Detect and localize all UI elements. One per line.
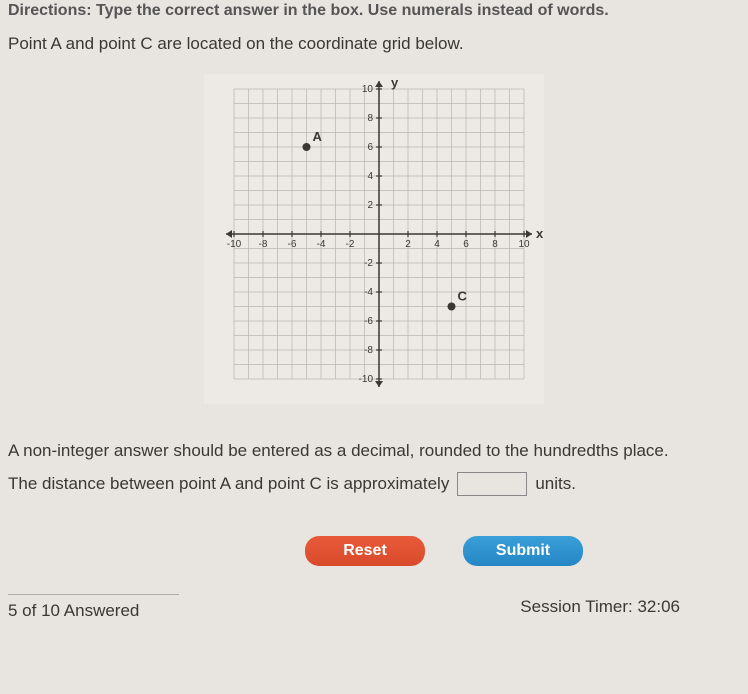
reset-button[interactable]: Reset (305, 536, 425, 566)
svg-text:10: 10 (518, 239, 530, 250)
svg-text:-4: -4 (317, 239, 326, 250)
svg-text:8: 8 (492, 239, 498, 250)
svg-text:2: 2 (405, 239, 411, 250)
svg-text:-6: -6 (288, 239, 297, 250)
svg-text:8: 8 (367, 113, 373, 124)
svg-text:-2: -2 (346, 239, 355, 250)
svg-text:6: 6 (367, 142, 373, 153)
answer-suffix: units. (535, 474, 576, 494)
svg-text:-6: -6 (364, 316, 373, 327)
svg-text:-10: -10 (227, 239, 242, 250)
session-timer: Session Timer: 32:06 (520, 597, 740, 617)
hint-text: A non-integer answer should be entered a… (0, 434, 748, 468)
svg-text:10: 10 (362, 84, 374, 95)
svg-text:-8: -8 (259, 239, 268, 250)
submit-button[interactable]: Submit (463, 536, 583, 566)
directions-text: Directions: Type the correct answer in t… (0, 0, 748, 22)
svg-text:4: 4 (434, 239, 440, 250)
svg-text:-4: -4 (364, 287, 373, 298)
svg-text:x: x (536, 226, 544, 241)
svg-text:y: y (391, 75, 399, 90)
answer-line: The distance between point A and point C… (0, 468, 748, 500)
question-text: Point A and point C are located on the c… (0, 22, 748, 66)
svg-text:2: 2 (367, 200, 373, 211)
coordinate-grid: -10 -8 -6 -4 -2 2 4 6 8 10 -10 -8 -6 -4 -2 2 4 6 8 10 y x A C (204, 74, 544, 404)
progress-text: 5 of 10 Answered (8, 594, 179, 621)
coordinate-grid-container: -10 -8 -6 -4 -2 2 4 6 8 10 -10 -8 -6 -4 -2 2 4 6 8 10 y x A C (0, 74, 748, 404)
footer: 5 of 10 Answered Session Timer: 32:06 (0, 594, 748, 621)
svg-text:-10: -10 (359, 374, 374, 385)
svg-text:A: A (313, 129, 323, 144)
svg-text:6: 6 (463, 239, 469, 250)
answer-input[interactable] (457, 472, 527, 496)
svg-text:C: C (458, 289, 468, 304)
svg-text:-2: -2 (364, 258, 373, 269)
svg-text:4: 4 (367, 171, 373, 182)
button-row: Reset Submit (0, 536, 748, 566)
answer-prefix: The distance between point A and point C… (8, 474, 449, 494)
svg-text:-8: -8 (364, 345, 373, 356)
